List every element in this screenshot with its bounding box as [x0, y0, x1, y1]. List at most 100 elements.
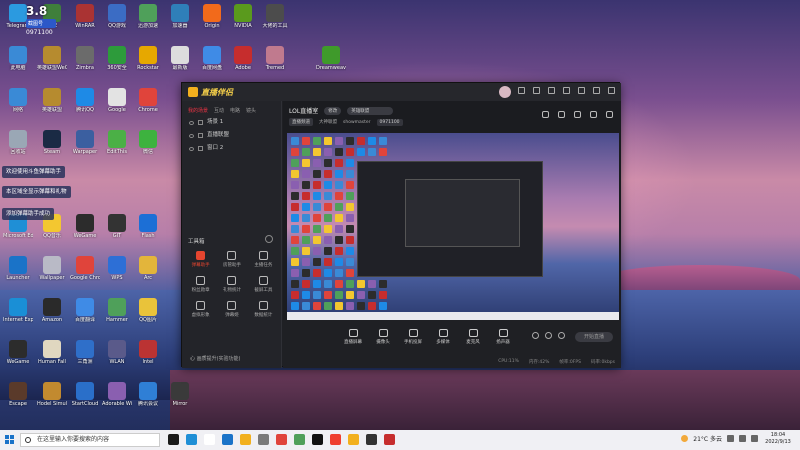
rank-icon[interactable] [574, 111, 581, 118]
source-control[interactable]: 摄像头 [373, 329, 393, 345]
window-titlebar[interactable]: 直播伴侣 [182, 83, 621, 101]
desktop-icon[interactable]: 百度网盘 [197, 46, 227, 71]
source-control[interactable]: 直播屏幕 [343, 329, 363, 345]
tab-lens[interactable]: 镜头 [246, 107, 256, 114]
desktop-icon[interactable]: Origin [197, 4, 227, 29]
meta-room-id[interactable]: 0971100 [376, 118, 403, 126]
source-control[interactable]: 麦克风 [463, 329, 483, 345]
taskbar-app-icon[interactable] [240, 434, 251, 445]
clock[interactable]: 18:04 2022/9/13 [760, 432, 796, 446]
source-control[interactable]: 手机投屏 [403, 329, 423, 345]
desktop-icon[interactable]: Google Chrome [70, 256, 100, 281]
minimize-icon[interactable] [578, 87, 585, 94]
desktop-icon[interactable]: 百度翻译 [70, 298, 100, 323]
taskbar-app-icon[interactable] [186, 434, 197, 445]
desktop-icon[interactable]: 腾讯会议 [133, 382, 163, 407]
bell-icon[interactable] [590, 111, 597, 118]
tool-item[interactable]: 房管助手 [216, 251, 247, 268]
desktop-icon[interactable]: WLAN [102, 340, 132, 365]
tab-interact[interactable]: 互动 [214, 107, 224, 114]
desktop-icon[interactable]: StartCloud [70, 382, 100, 407]
toast-added[interactable]: 添加弹幕助手成功 [2, 208, 55, 220]
taskbar-app-icon[interactable] [294, 434, 305, 445]
desktop-icon[interactable]: Internet Explorer [3, 298, 33, 323]
desktop-icon[interactable]: WeGame [70, 214, 100, 239]
taskbar-search[interactable]: 在这里输入你要搜索的内容 [20, 433, 160, 447]
taskbar-app-icon[interactable] [312, 434, 323, 445]
desktop-icon[interactable]: Intel [133, 340, 163, 365]
desktop-icon[interactable]: 回收站 [3, 130, 33, 155]
desktop-icon[interactable]: Launcher [3, 256, 33, 281]
tab-my-scenes[interactable]: 我的场景 [188, 107, 208, 114]
menu-icon[interactable] [563, 87, 570, 94]
desktop-icon[interactable]: Adorable Witch [102, 382, 132, 407]
taskbar-app-icon[interactable] [348, 434, 359, 445]
skin-icon[interactable] [533, 87, 540, 94]
tool-item[interactable]: 弹幕助手 [185, 251, 216, 268]
desktop-icon[interactable]: 加速器 [165, 4, 195, 29]
desktop-icon[interactable]: 360安全 [102, 46, 132, 71]
desktop-icon[interactable]: Warpaper [70, 130, 100, 155]
desktop-icon[interactable]: Mirror [165, 382, 195, 407]
taskbar-app-icon[interactable] [366, 434, 377, 445]
desktop-icon[interactable]: QQ游戏 [102, 4, 132, 29]
source-control[interactable]: 多媒体 [433, 329, 453, 345]
desktop-icon[interactable]: 英雄联盟WeGame [37, 46, 67, 71]
tool-item[interactable]: 礼物统计 [216, 276, 247, 293]
desktop-icon[interactable]: Human Fall [37, 340, 67, 365]
start-live-button[interactable]: 开始直播 [575, 332, 613, 342]
settings-gear-icon[interactable] [558, 332, 565, 339]
desktop-icon[interactable]: Rockstar [133, 46, 163, 71]
user-avatar[interactable] [499, 86, 511, 98]
ime-icon[interactable] [751, 435, 758, 442]
settings-icon[interactable] [548, 87, 555, 94]
eye-icon[interactable] [189, 146, 194, 151]
desktop-icon[interactable]: Chrome [133, 88, 163, 113]
tool-item[interactable]: 粉丝勋章 [185, 276, 216, 293]
tab-circuit[interactable]: 电路 [230, 107, 240, 114]
scene-item[interactable]: 窗口 2 [182, 142, 281, 155]
desktop-icon[interactable]: Arc [133, 256, 163, 281]
edit-button[interactable]: 修改 [324, 106, 342, 115]
taskbar-app-icon[interactable] [222, 434, 233, 445]
eye-icon[interactable] [189, 133, 194, 138]
desktop-icon[interactable]: WinRAR [70, 4, 100, 29]
desktop-icon[interactable]: 网络 [3, 88, 33, 113]
tool-item[interactable]: 数据统计 [248, 301, 279, 318]
desktop-icon[interactable]: 英雄联盟 [37, 88, 67, 113]
desktop-icon[interactable]: WPS [102, 256, 132, 281]
taskbar-app-icon[interactable] [204, 434, 215, 445]
desktop-icon[interactable]: QQ图片 [133, 298, 163, 323]
desktop-icon[interactable]: Flash [133, 214, 163, 239]
category-select[interactable]: 英雄联盟 [347, 106, 394, 115]
desktop-icon[interactable]: 腾讯QQ [70, 88, 100, 113]
tool-item[interactable]: 弹幕姬 [216, 301, 247, 318]
start-button[interactable] [5, 435, 15, 445]
taskbar-app-icon[interactable] [258, 434, 269, 445]
weather-text[interactable]: 21°C 多云 [693, 434, 722, 443]
desktop-icon[interactable]: 三角洲 [70, 340, 100, 365]
taskbar-app-icon[interactable] [276, 434, 287, 445]
tool-item[interactable]: 截屏工具 [248, 276, 279, 293]
network-icon[interactable] [727, 435, 734, 442]
toast-welcome[interactable]: 欢迎使用斗鱼弹幕助手 [2, 166, 66, 178]
volume-icon[interactable] [739, 435, 746, 442]
desktop-icon[interactable]: 最新版 [165, 46, 195, 71]
eye-icon[interactable] [189, 120, 194, 125]
gift-icon[interactable] [542, 111, 549, 118]
desktop-icon[interactable]: Zimbra [70, 46, 100, 71]
desktop-icon[interactable]: WeGame [3, 340, 33, 365]
desktop-icon[interactable]: Hammer [102, 298, 132, 323]
desktop-icon[interactable]: EditThis [102, 130, 132, 155]
add-tool-icon[interactable] [265, 235, 273, 243]
desktop-icon[interactable]: NVIDIA [228, 4, 258, 29]
timer-icon[interactable] [545, 332, 552, 339]
tool-item[interactable]: 主播任务 [248, 251, 279, 268]
maximize-icon[interactable] [593, 87, 600, 94]
close-icon[interactable] [608, 87, 615, 94]
desktop-icon[interactable]: 此电脑 [3, 46, 33, 71]
desktop-icon[interactable]: Steam [37, 130, 67, 155]
scene-item[interactable]: 场景 1 [182, 116, 281, 129]
desktop-icon[interactable]: Dreamweaver [316, 46, 346, 71]
source-control[interactable]: 扬声器 [493, 329, 513, 345]
